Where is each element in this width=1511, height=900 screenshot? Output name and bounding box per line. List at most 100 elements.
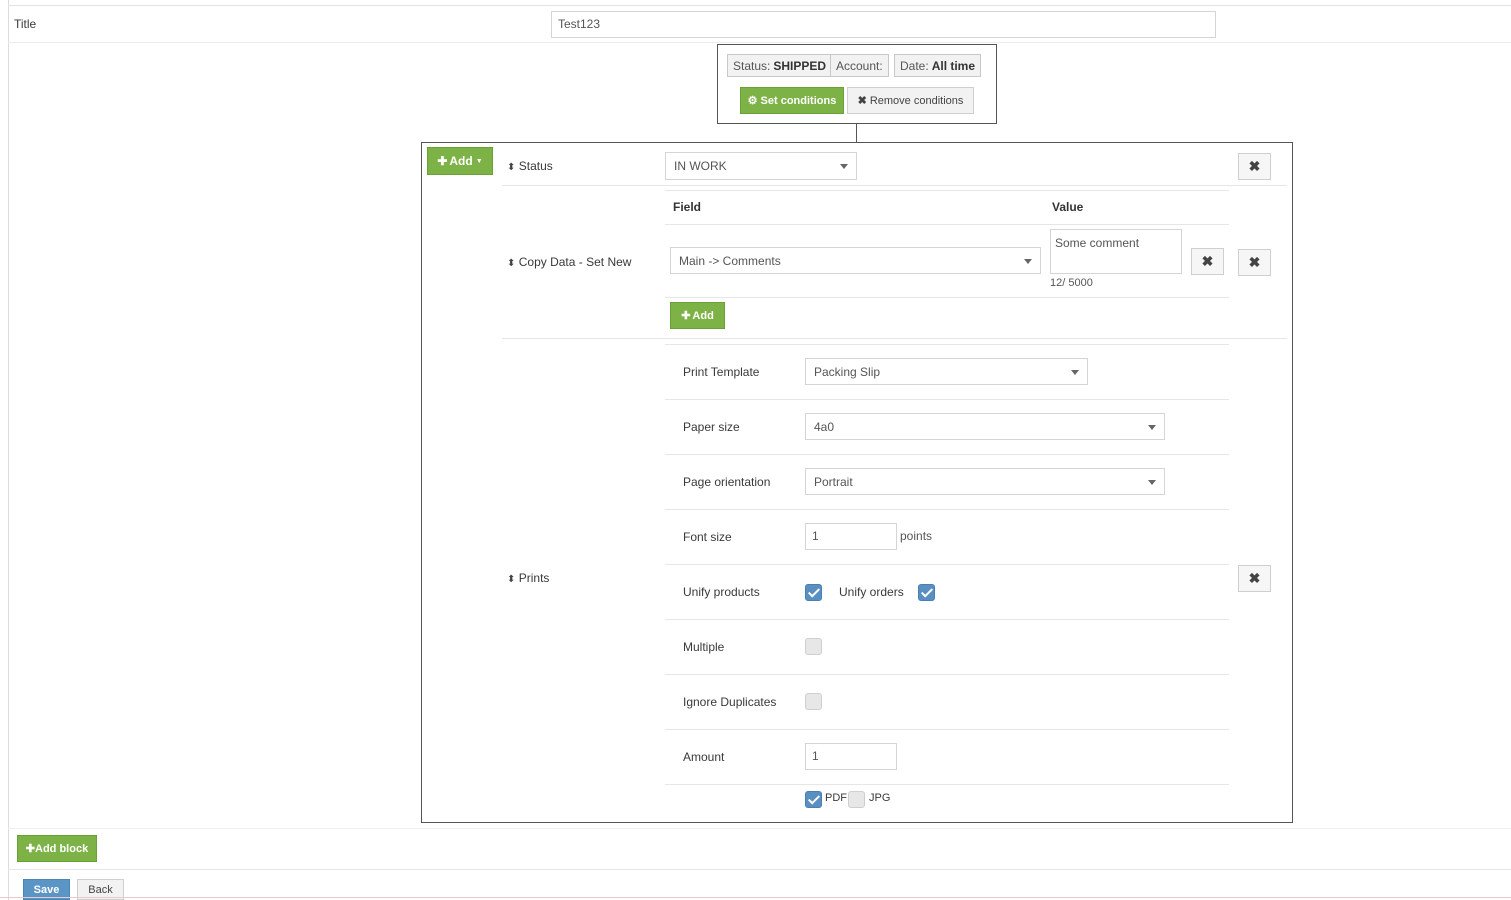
bottom-edge [0,897,1511,898]
sort-icon: ⬍ [507,258,516,269]
chevron-down-icon: ▼ [475,157,483,165]
print-template-label: Print Template [683,365,760,379]
plus-icon: ✚ [25,843,36,855]
row-divider [502,185,1287,186]
status-select[interactable]: IN WORK [665,152,857,180]
prints-divider [665,399,1229,400]
subtable-row-divider [665,297,1229,298]
remove-copy-button[interactable]: ✖ [1238,249,1271,276]
close-icon: ✖ [1248,570,1261,586]
title-row-divider [8,42,1511,43]
orientation-label: Page orientation [683,475,771,489]
remove-conditions-label: Remove conditions [869,94,964,107]
close-icon: ✖ [1248,254,1261,270]
subtable-header-divider [665,224,1229,225]
unify-orders-label: Unify orders [839,585,904,599]
status-row-heading[interactable]: ⬍ Status [507,159,553,173]
date-condition-label: Date: [900,58,929,73]
amount-label: Amount [683,750,725,764]
font-size-label: Font size [683,530,732,544]
paper-size-value: 4a0 [814,420,835,434]
sort-icon: ⬍ [507,162,516,173]
plus-icon: ✚ [681,310,691,322]
prints-divider [665,454,1229,455]
status-condition-tag[interactable]: Status: SHIPPED [727,54,833,77]
print-template-value: Packing Slip [814,365,881,379]
account-condition-label: Account: [836,58,883,73]
orientation-select[interactable]: Portrait [805,468,1165,495]
field-select-value: Main -> Comments [679,254,781,268]
connector-line [856,124,857,142]
account-condition-tag[interactable]: Account: [830,54,889,77]
date-condition-value: All time [931,58,976,73]
gear-icon: ⚙ [747,95,758,107]
add-action-button[interactable]: ✚ Add ▼ [427,147,493,175]
title-input[interactable]: Test123 [551,11,1216,38]
set-conditions-label: Set conditions [760,94,837,107]
add-action-label: Add [449,154,473,168]
prints-row-heading[interactable]: ⬍ Prints [507,571,549,585]
value-column-header: Value [1052,200,1084,214]
amount-input[interactable]: 1 [805,743,897,770]
prints-divider [665,509,1229,510]
remove-status-button[interactable]: ✖ [1238,153,1271,180]
prints-row-label: Prints [518,571,550,585]
field-column-header: Field [673,200,702,214]
unify-products-checkbox[interactable] [805,584,822,601]
back-label: Back [88,883,113,896]
top-divider [8,5,1511,6]
jpg-checkbox[interactable] [848,791,865,808]
subtable-top-border [665,190,1229,191]
pdf-label: PDF [825,792,847,804]
add-field-label: Add [692,309,714,322]
prints-divider [665,784,1229,785]
row-divider [502,338,1287,339]
paper-size-label: Paper size [683,420,740,434]
sort-icon: ⬍ [507,574,516,585]
remove-field-button[interactable]: ✖ [1191,248,1224,275]
font-size-unit: points [900,529,933,543]
add-block-button[interactable]: ✚ Add block [17,835,97,862]
ignore-duplicates-label: Ignore Duplicates [683,695,777,709]
status-select-value: IN WORK [674,159,727,173]
font-size-input[interactable]: 1 [805,523,897,550]
title-label: Title [14,17,37,31]
print-template-select[interactable]: Packing Slip [805,358,1088,385]
paper-size-select[interactable]: 4a0 [805,413,1165,440]
plus-icon: ✚ [437,154,448,168]
ignore-duplicates-checkbox[interactable] [805,693,822,710]
save-label: Save [33,883,60,896]
jpg-label: JPG [869,792,891,804]
caret-down-icon [840,164,848,169]
value-textarea[interactable]: Some comment [1050,229,1182,274]
status-condition-label: Status: [733,58,771,73]
prints-top-border [665,344,1229,345]
close-icon: ✖ [1201,253,1214,269]
remove-conditions-button[interactable]: ✖ Remove conditions [847,87,974,114]
prints-divider [665,564,1229,565]
char-counter: 12/ 5000 [1050,277,1093,289]
close-icon: ✖ [857,95,867,107]
prints-divider [665,674,1229,675]
pdf-checkbox[interactable] [805,791,822,808]
close-icon: ✖ [1248,158,1261,174]
date-condition-tag[interactable]: Date: All time [894,54,982,77]
multiple-label: Multiple [683,640,725,654]
prints-divider [665,619,1229,620]
field-select[interactable]: Main -> Comments [670,247,1041,274]
add-field-button[interactable]: ✚ Add [670,302,725,329]
prints-divider [665,729,1229,730]
set-conditions-button[interactable]: ⚙ Set conditions [740,87,844,114]
caret-down-icon [1148,425,1156,430]
status-row-label: Status [518,159,553,173]
remove-prints-button[interactable]: ✖ [1238,565,1271,592]
caret-down-icon [1071,370,1079,375]
orientation-value: Portrait [814,475,853,489]
copy-row-heading[interactable]: ⬍ Copy Data - Set New [507,255,631,269]
status-condition-value: SHIPPED [773,58,827,73]
unify-orders-checkbox[interactable] [918,584,935,601]
caret-down-icon [1024,259,1032,264]
add-block-label: Add block [35,842,89,855]
caret-down-icon [1148,480,1156,485]
multiple-checkbox[interactable] [805,638,822,655]
